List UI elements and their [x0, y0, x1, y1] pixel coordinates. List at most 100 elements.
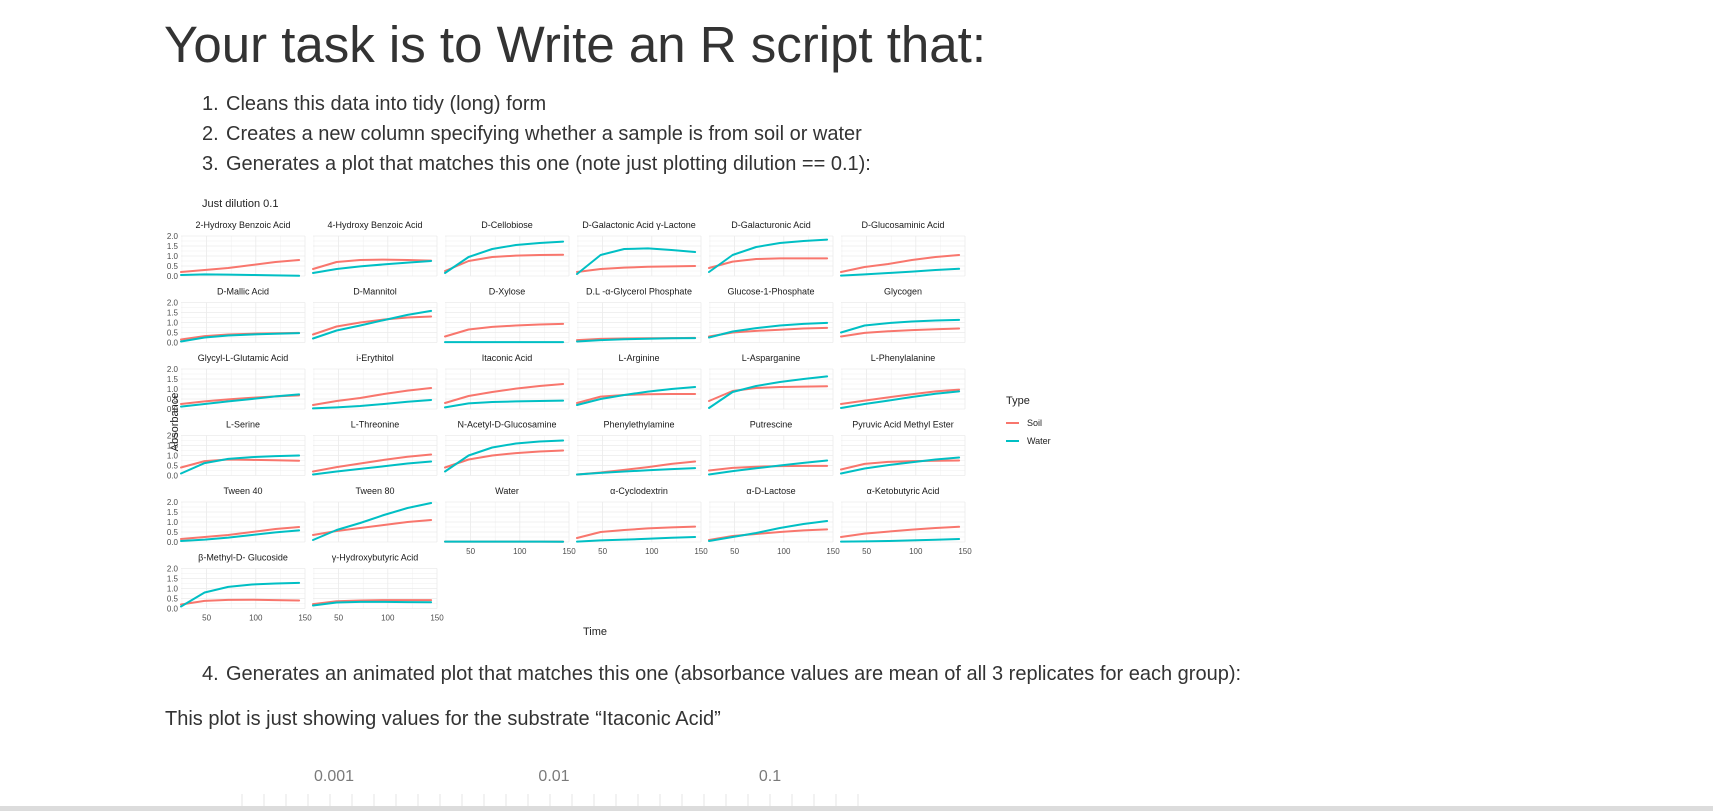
- y-tick-label: 2.0: [167, 565, 179, 574]
- facet-label: L-Phenylalanine: [871, 353, 936, 363]
- facet-panel: 2-Hydroxy Benzoic Acid 0.00.51.01.52.0: [167, 220, 306, 281]
- soil-series-line: [840, 459, 961, 471]
- soil-series-line: [444, 253, 565, 272]
- legend-title-text: Type: [1006, 395, 1030, 407]
- x-tick-label: 50: [598, 547, 607, 556]
- facet-label: β-Methyl-D- Glucoside: [198, 553, 288, 563]
- facet-panel: α-D-Lactose 50 100 150: [708, 486, 840, 556]
- water-series-line: [708, 375, 829, 409]
- x-tick-label: 100: [645, 547, 659, 556]
- chart-title: Just dilution 0.1: [202, 198, 278, 210]
- facet-label: Phenylethylamine: [603, 420, 674, 430]
- x-axis-title: Time: [583, 626, 607, 638]
- facet-header-label: 0.1: [759, 768, 781, 785]
- facet-label: 2-Hydroxy Benzoic Acid: [195, 220, 290, 230]
- legend-labels: Type Soil Water: [1006, 394, 1051, 450]
- facet-panel: L-Serine0.00.51.01.52.0: [167, 420, 306, 481]
- facet-label: Glycyl-L-Glutamic Acid: [198, 353, 289, 363]
- y-tick-label: 0.5: [167, 595, 179, 604]
- legend-label: Water: [1027, 436, 1051, 446]
- water-series-line: [840, 267, 961, 277]
- facet-label: Tween 80: [355, 486, 394, 496]
- facet-panel: β-Methyl-D- Glucoside 0.00.51.01.52.0 50 10…: [167, 553, 312, 623]
- y-tick-label: 0.0: [167, 472, 179, 481]
- horizontal-scrollbar[interactable]: [0, 806, 1713, 811]
- water-series-line: [180, 393, 301, 408]
- soil-series-line: [180, 598, 301, 606]
- facet-panel: Glycyl-L-Glutamic Acid0.00.51.01.52.0: [167, 353, 306, 414]
- x-tick-label: 100: [777, 547, 791, 556]
- water-series-line: [840, 538, 961, 543]
- water-series-line: [180, 581, 301, 608]
- facet-panel: Tween 40 0.00.51.01.52.0: [167, 486, 306, 547]
- legend-swatch: [1006, 440, 1019, 442]
- facet-header-label: 0.01: [538, 768, 569, 785]
- facet-header-label: 0.001: [314, 768, 354, 785]
- x-tick-label: 150: [430, 614, 444, 623]
- x-tick-label: 50: [862, 547, 871, 556]
- step-item: 2. Creates a new column specifying whethe…: [202, 119, 871, 149]
- facet-label: D-Mallic Acid: [217, 287, 269, 297]
- y-tick-label: 0.0: [167, 605, 179, 614]
- facet-label: Glucose-1-Phosphate: [727, 287, 814, 297]
- step-text: Creates a new column specifying whether …: [226, 123, 862, 145]
- facet-panel: N-Acetyl-D-Glucosamine: [444, 420, 570, 476]
- facet-panel: Phenylethylamine: [576, 420, 702, 476]
- facet-label: D-Mannitol: [353, 287, 397, 297]
- facet-label: α-D-Lactose: [746, 486, 795, 496]
- facet-panel: D-Galacturonic Acid: [708, 220, 834, 277]
- y-tick-label: 0.0: [167, 272, 179, 281]
- soil-series-line: [840, 388, 961, 405]
- facet-label: L-Asparganine: [742, 353, 801, 363]
- y-tick-label: 2.0: [167, 299, 179, 308]
- step-number: 4.: [202, 663, 219, 685]
- facet-panel: α-Ketobutyric Acid 50 100 150: [840, 486, 972, 556]
- facet-panel: 4-Hydroxy Benzoic Acid: [312, 220, 438, 277]
- facet-panel: Tween 80: [312, 486, 438, 543]
- facet-panel: Putrescine: [708, 420, 834, 476]
- facet-label: Pyruvic Acid Methyl Ester: [852, 420, 954, 430]
- note-text: This plot is just showing values for the…: [165, 708, 721, 730]
- step-text: Cleans this data into tidy (long) form: [226, 93, 547, 115]
- facet-line-chart: Just dilution 0.1 2-Hydroxy Benzoic Acid 0…: [167, 198, 972, 638]
- x-tick-label: 150: [826, 547, 840, 556]
- x-tick-label: 150: [298, 614, 312, 623]
- facet-label: D-Glucosaminic Acid: [861, 220, 944, 230]
- facet-panel: D-Mallic Acid 0.00.51.01.52.0: [167, 287, 306, 348]
- y-tick-label: 1.5: [167, 309, 179, 318]
- x-tick-label: 150: [562, 547, 576, 556]
- facet-panel: D-Mannitol: [312, 287, 438, 343]
- facet-label: D-Galacturonic Acid: [731, 220, 811, 230]
- facet-panel: D-Xylose: [444, 287, 570, 344]
- y-tick-label: 1.5: [167, 242, 179, 251]
- y-axis-title: Absorbance: [169, 393, 181, 452]
- water-series-line: [312, 309, 433, 340]
- y-tick-label: 1.5: [167, 375, 179, 384]
- facet-panel: D.L -α-Glycerol Phosphate: [576, 287, 702, 343]
- x-tick-label: 50: [466, 547, 475, 556]
- legend-swatch: [1006, 422, 1019, 424]
- y-tick-label: 2.0: [167, 498, 179, 507]
- facet-panel: D-Cellobiose: [444, 220, 570, 277]
- x-tick-label: 100: [513, 547, 527, 556]
- facet-label: Tween 40: [223, 486, 262, 496]
- soil-series-line: [576, 393, 697, 404]
- x-tick-label: 150: [694, 547, 708, 556]
- y-tick-label: 0.5: [167, 462, 179, 471]
- facet-label: L-Serine: [226, 420, 260, 430]
- facet-panel: D-Galactonic Acid γ-Lactone: [576, 220, 702, 277]
- step-text: Generates a plot that matches this one (…: [226, 153, 871, 175]
- step-text: Generates an animated plot that matches …: [226, 663, 1242, 685]
- legend-label: Soil: [1027, 418, 1043, 428]
- x-tick-label: 50: [730, 547, 739, 556]
- y-tick-label: 0.0: [167, 538, 179, 547]
- x-tick-label: 150: [958, 547, 972, 556]
- y-tick-label: 1.5: [167, 508, 179, 517]
- facet-panel: L-Threonine: [312, 420, 438, 476]
- step-item: 3. Generates a plot that matches this one…: [202, 149, 871, 179]
- water-series-line: [180, 273, 301, 277]
- facet-panel: Glucose-1-Phosphate: [708, 287, 834, 343]
- step-number: 3.: [202, 153, 219, 175]
- y-tick-label: 1.0: [167, 252, 179, 261]
- step-number: 1.: [202, 93, 219, 115]
